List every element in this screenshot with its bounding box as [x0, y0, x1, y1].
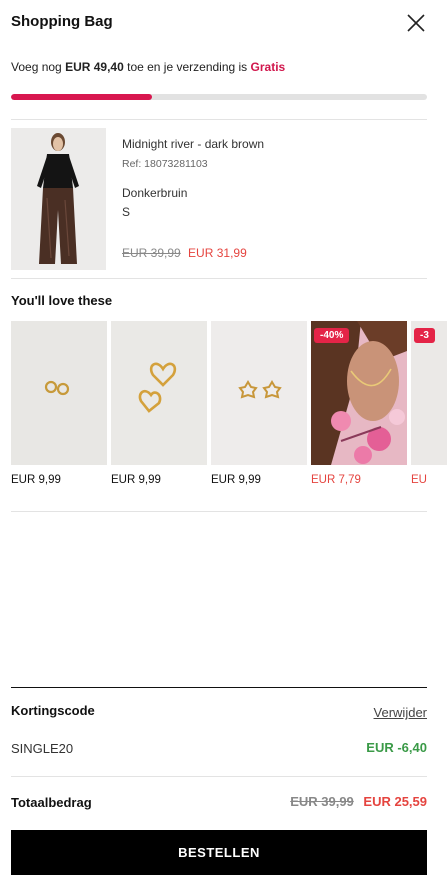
shipping-remaining-amount: EUR 49,40 [65, 60, 124, 74]
recommendations-title: You'll love these [11, 293, 113, 308]
reco-product-image[interactable]: -3 [411, 321, 447, 465]
reco-card[interactable]: EUR 9,99 [111, 321, 207, 486]
cart-item-old-price: EUR 39,99 [122, 246, 181, 260]
reco-price: EU [411, 474, 427, 486]
shipping-free-label: Gratis [250, 60, 286, 74]
reco-product-image[interactable] [11, 321, 107, 465]
total-old-price: EUR 39,99 [290, 794, 354, 809]
summary-divider [11, 687, 427, 688]
cart-item-size: S [122, 205, 131, 219]
total-prices: EUR 39,99 EUR 25,59 [290, 794, 427, 809]
reco-product-image[interactable] [111, 321, 207, 465]
order-button[interactable]: BESTELLEN [11, 830, 427, 875]
reco-card[interactable]: -40% EUR 7,79 [311, 321, 407, 486]
shipping-progress-fill [11, 94, 153, 100]
total-label: Totaalbedrag [11, 795, 92, 810]
cart-item-ref: Ref: 18073281103 [122, 158, 208, 170]
reco-card[interactable]: EUR 9,99 [11, 321, 107, 486]
cart-item-prices: EUR 39,99 EUR 31,99 [122, 246, 247, 260]
reco-card[interactable]: -3 EU [411, 321, 447, 486]
close-button[interactable] [405, 12, 427, 34]
total-new-price: EUR 25,59 [363, 794, 427, 809]
recommendations-carousel[interactable]: EUR 9,99 EUR 9,99 EUR 9,99 -40% EUR 7,79… [11, 321, 447, 496]
cart-item-image[interactable] [11, 128, 106, 270]
recommendations-track: EUR 9,99 EUR 9,99 EUR 9,99 -40% EUR 7,79… [11, 321, 447, 486]
shipping-prefix: Voeg nog [11, 60, 62, 74]
discount-amount: EUR -6,40 [366, 740, 427, 755]
page-title: Shopping Bag [11, 13, 113, 30]
shipping-progress-bar [11, 94, 427, 100]
divider [11, 278, 427, 279]
free-shipping-message: Voeg nog EUR 49,40 toe en je verzending … [11, 60, 285, 74]
divider [11, 776, 427, 777]
remove-discount-link[interactable]: Verwijder [374, 705, 427, 720]
reco-card[interactable]: EUR 9,99 [211, 321, 307, 486]
divider [11, 511, 427, 512]
reco-price: EUR 7,79 [311, 474, 361, 486]
divider [11, 119, 427, 120]
discount-badge: -3 [414, 328, 435, 343]
cart-item-new-price: EUR 31,99 [188, 246, 247, 260]
reco-price: EUR 9,99 [111, 474, 161, 486]
reco-price: EUR 9,99 [11, 474, 61, 486]
close-icon[interactable] [405, 12, 427, 34]
discount-code-label: Kortingscode [11, 703, 95, 718]
shipping-middle-text: toe en je verzending is [127, 60, 248, 74]
cart-item-color: Donkerbruin [122, 186, 188, 200]
reco-product-image[interactable]: -40% [311, 321, 407, 465]
reco-product-image[interactable] [211, 321, 307, 465]
discount-badge: -40% [314, 328, 350, 343]
cart-item-name[interactable]: Midnight river - dark brown [122, 137, 264, 151]
discount-code-value: SINGLE20 [11, 741, 74, 756]
header: Shopping Bag [11, 12, 427, 36]
reco-price: EUR 9,99 [211, 474, 261, 486]
